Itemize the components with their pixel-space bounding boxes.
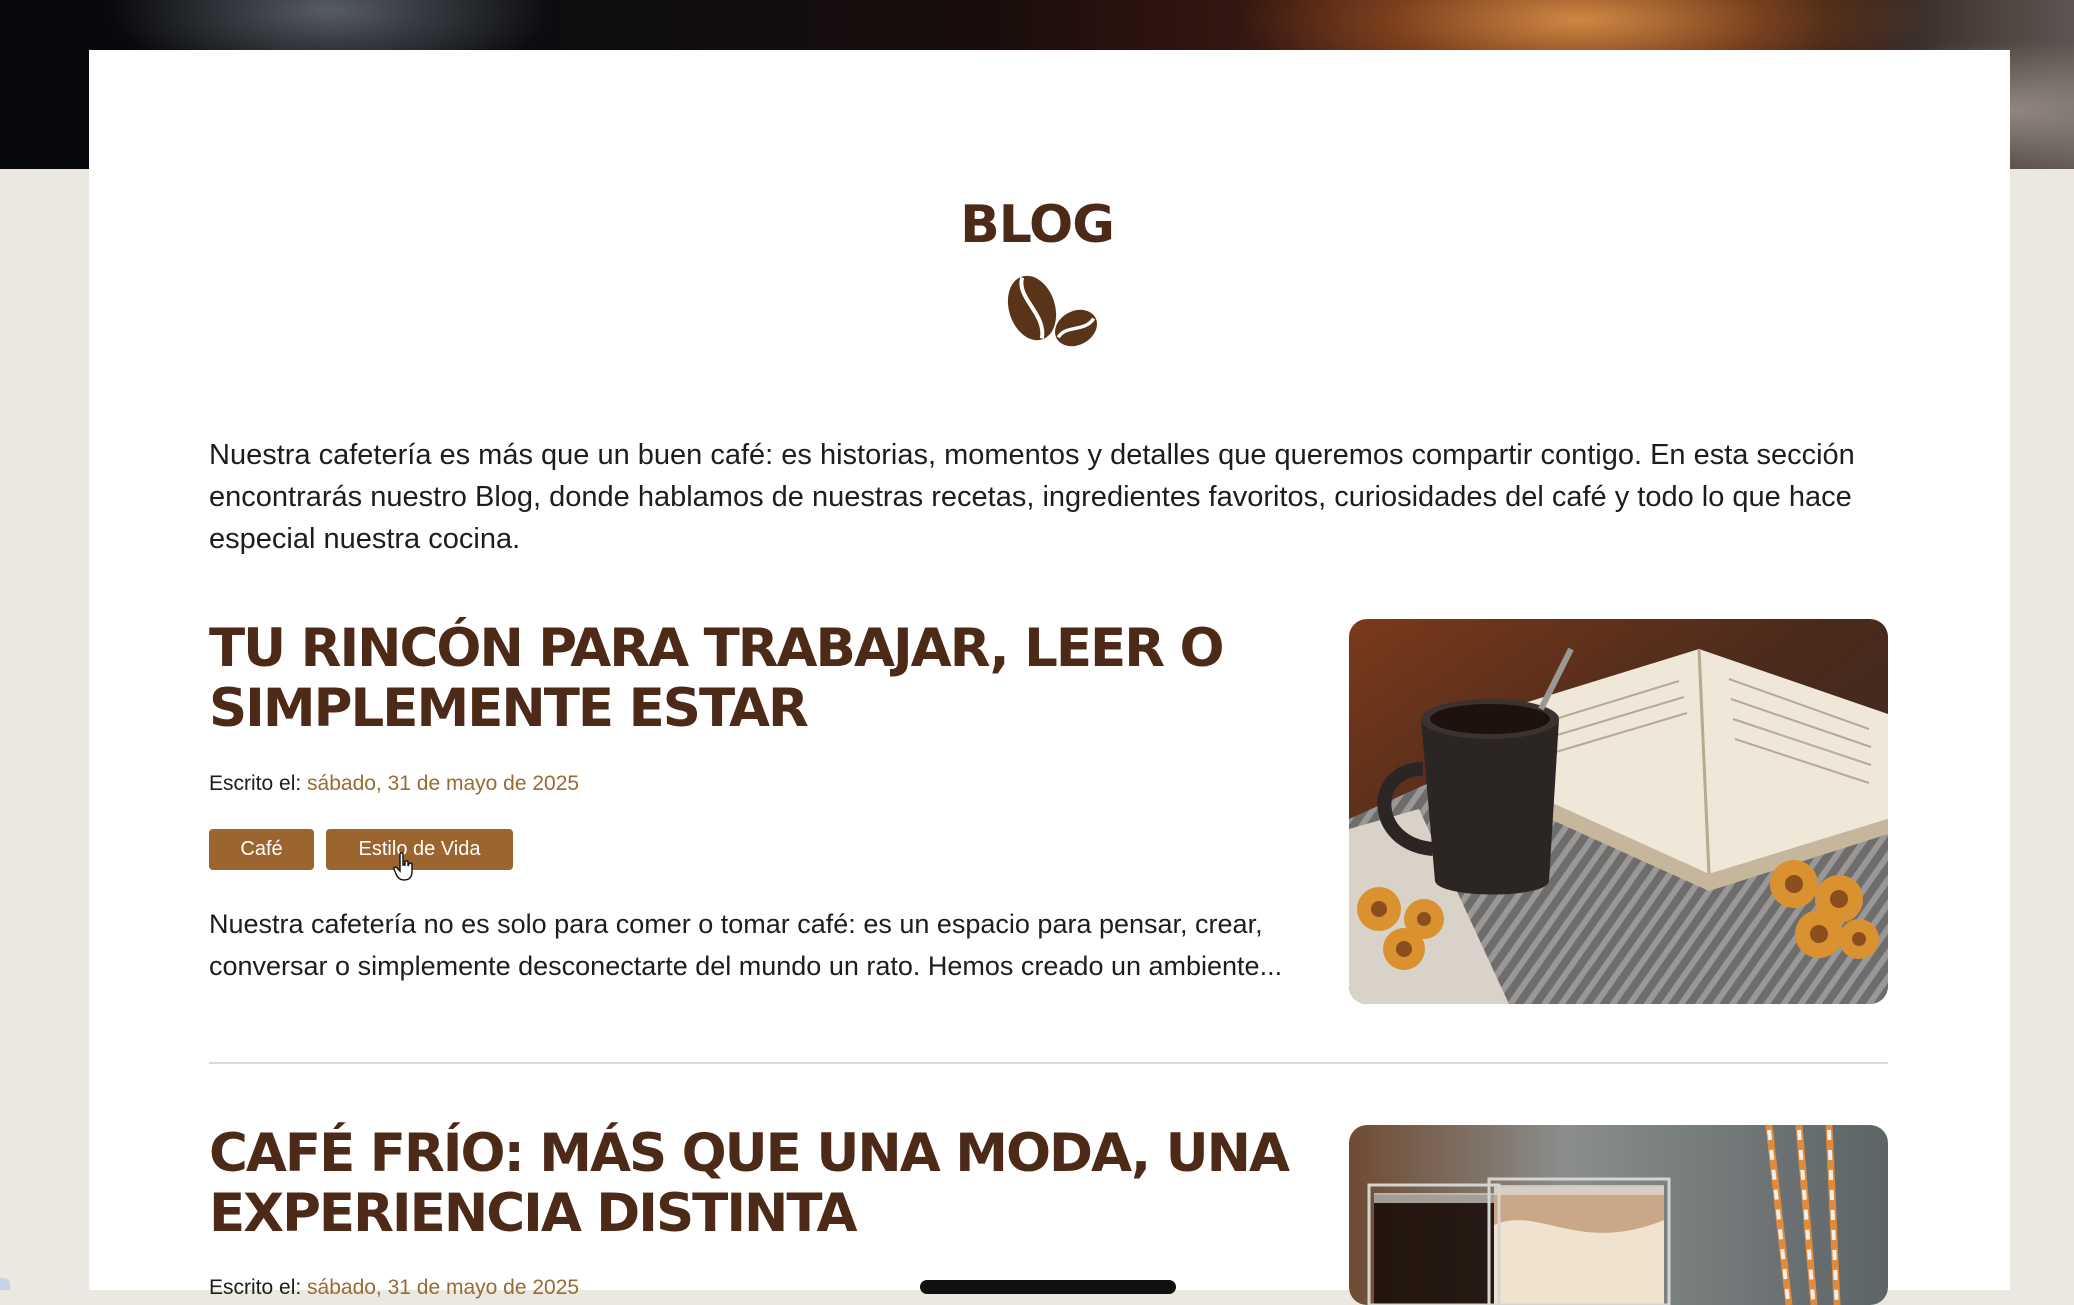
tag-cafe[interactable]: Café — [209, 829, 314, 870]
post-title-line[interactable]: TU RINCÓN PARA TRABAJAR, LEER O — [209, 618, 1225, 679]
post-title-line[interactable]: EXPERIENCIA DISTINTA — [209, 1183, 857, 1244]
blog-intro-text: Nuestra cafetería es más que un buen caf… — [209, 439, 1855, 555]
post-meta: Escrito el: sábado, 31 de mayo de 2025 — [209, 772, 579, 796]
meta-label: Escrito el: — [209, 772, 308, 795]
iced-coffee-photo[interactable] — [1349, 1125, 1888, 1305]
post-excerpt: Nuestra cafetería no es solo para comer … — [209, 903, 1319, 987]
post-meta: Escrito el: sábado, 31 de mayo de 2025 — [209, 1276, 579, 1300]
excerpt-line: conversar o simplemente desconectarte de… — [209, 951, 1283, 981]
post-title-line[interactable]: CAFÉ FRÍO: MÁS QUE UNA MODA, UNA — [209, 1123, 1290, 1184]
tag-estilo-de-vida[interactable]: Estilo de Vida — [326, 829, 513, 870]
post-date: sábado, 31 de mayo de 2025 — [307, 772, 580, 795]
page-title: BLOG — [960, 194, 1115, 255]
post-title[interactable]: CAFÉ FRÍO: MÁS QUE UNA MODA, UNA EXPERIE… — [209, 1124, 1389, 1244]
post-title[interactable]: TU RINCÓN PARA TRABAJAR, LEER O SIMPLEME… — [209, 619, 1389, 739]
coffee-and-book-photo[interactable] — [1349, 619, 1888, 1004]
excerpt-line: Nuestra cafetería no es solo para comer … — [209, 909, 1263, 939]
corner-widget — [0, 1278, 10, 1290]
post-tags: Café Estilo de Vida — [209, 829, 609, 870]
post-date: sábado, 31 de mayo de 2025 — [307, 1276, 580, 1299]
coffee-beans-icon — [1000, 268, 1110, 356]
post-title-line[interactable]: SIMPLEMENTE ESTAR — [209, 678, 809, 739]
meta-label: Escrito el: — [209, 1276, 308, 1299]
video-control-bar[interactable] — [920, 1280, 1176, 1294]
post-divider — [209, 1062, 1888, 1064]
